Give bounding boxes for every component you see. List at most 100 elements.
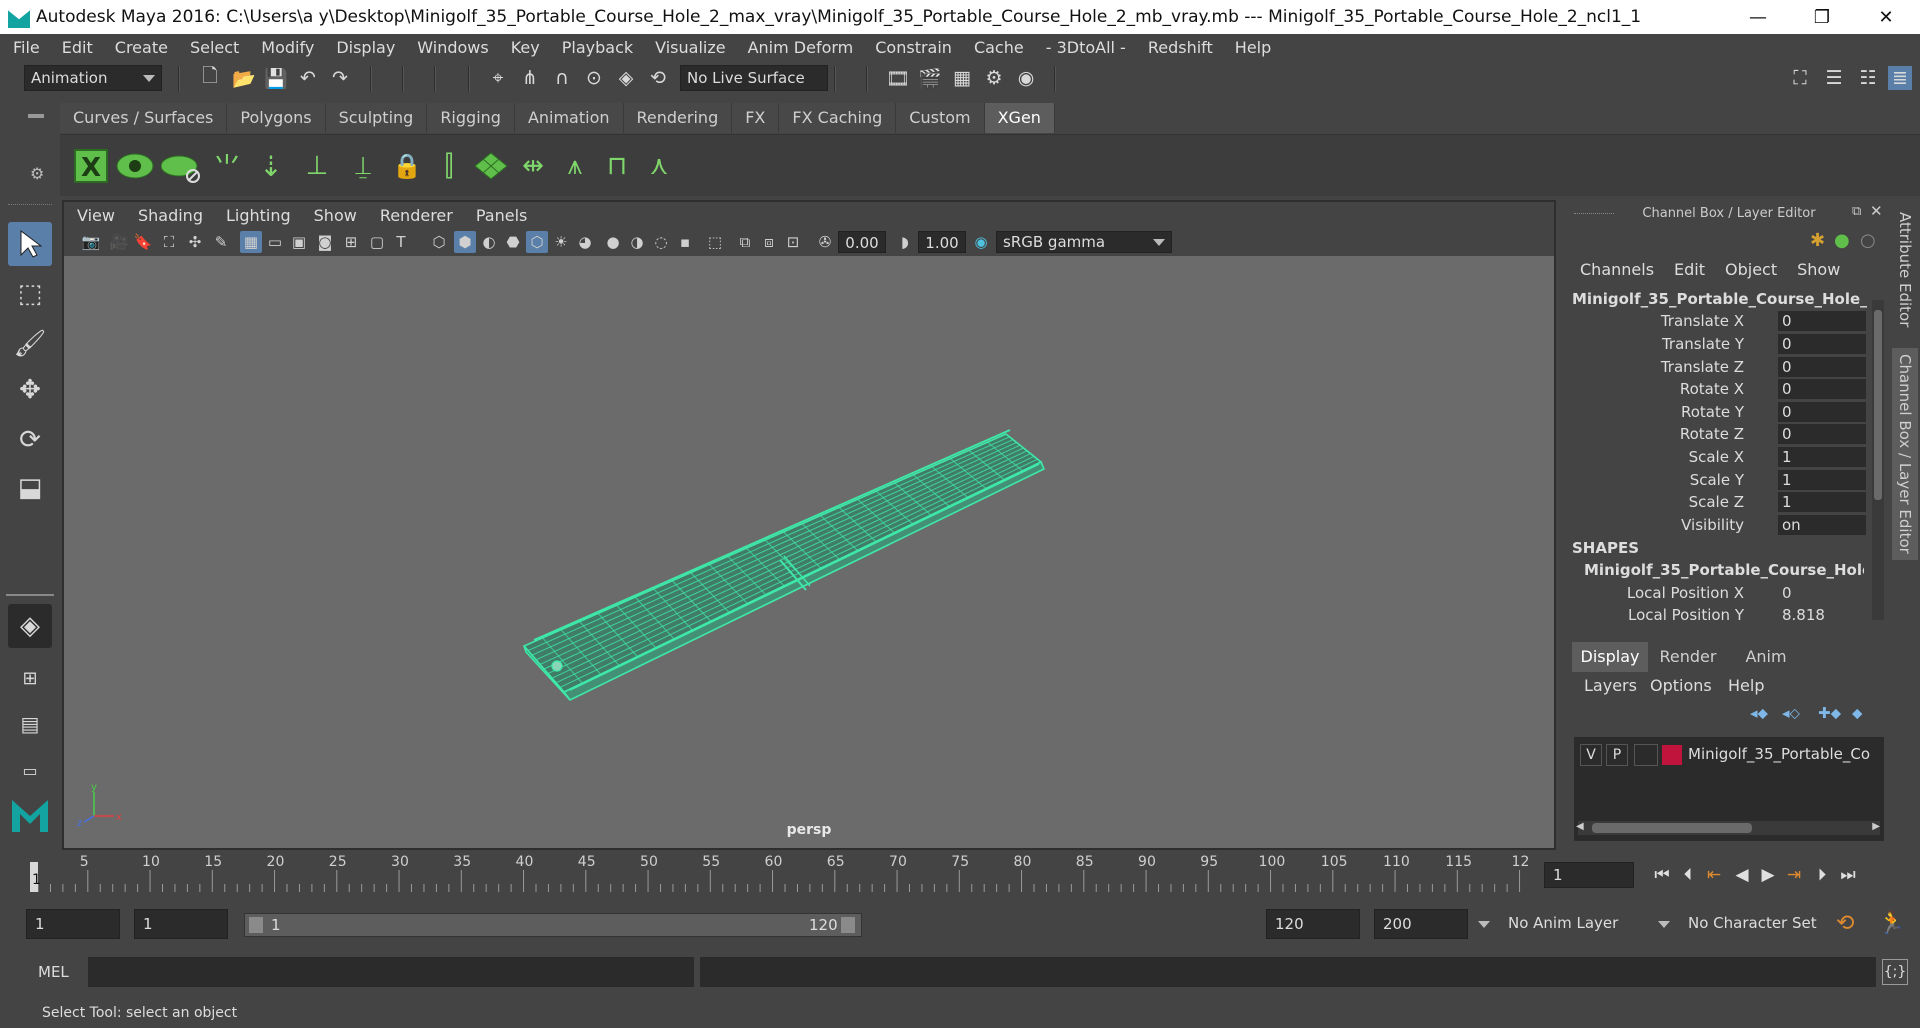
attribute-editor-toggle-icon[interactable]: ☰ xyxy=(1822,66,1846,90)
channel-value[interactable]: 0 xyxy=(1778,424,1866,444)
channel-row[interactable]: Translate Y 0 xyxy=(1570,333,1870,355)
channel-value[interactable]: 1 xyxy=(1778,447,1866,467)
channel-row[interactable]: Rotate X 0 xyxy=(1570,378,1870,400)
wireframe-on-shaded-icon[interactable]: ⬡ xyxy=(526,231,548,253)
menu-playback[interactable]: Playback xyxy=(549,38,642,57)
xray-components-icon[interactable]: ⊡ xyxy=(782,231,804,253)
maya-home-icon[interactable] xyxy=(8,792,52,836)
current-frame-field[interactable]: 1 xyxy=(1544,862,1634,888)
menu-set-dropdown[interactable]: Animation xyxy=(24,65,162,91)
go-to-end-icon[interactable]: ⏭ xyxy=(1836,864,1860,886)
tab-channel-box-layer-editor[interactable]: Channel Box / Layer Editor xyxy=(1892,348,1918,560)
layer-tab-anim[interactable]: Anim xyxy=(1728,642,1804,672)
restore-button[interactable]: ❐ xyxy=(1792,0,1852,34)
chevron-down-icon[interactable] xyxy=(1658,921,1670,928)
undo-icon[interactable]: ↶ xyxy=(296,66,320,90)
cb-menu-object[interactable]: Object xyxy=(1715,260,1787,284)
guide-select-tool-icon[interactable]: ⩚ xyxy=(554,145,596,187)
menu-help[interactable]: Help xyxy=(1222,38,1280,57)
chevron-down-icon[interactable] xyxy=(1478,921,1490,928)
gamma-field[interactable]: 1.00 xyxy=(918,231,966,253)
lock-guide-icon[interactable]: 🔒 xyxy=(386,145,428,187)
play-forwards-icon[interactable]: ▶ xyxy=(1756,864,1780,886)
scroll-right-icon[interactable]: ▶ xyxy=(1872,821,1880,832)
menu-visualize[interactable]: Visualize xyxy=(642,38,734,57)
range-slider[interactable]: 1 120 xyxy=(244,913,862,937)
menu-anim-deform[interactable]: Anim Deform xyxy=(735,38,863,57)
layer-display-type-toggle[interactable] xyxy=(1634,744,1658,766)
channel-row[interactable]: Rotate Y 0 xyxy=(1570,401,1870,423)
key-selected-icon[interactable]: ✱ xyxy=(1810,230,1825,251)
layer-tab-render[interactable]: Render xyxy=(1650,642,1726,672)
character-set-dropdown[interactable]: No Character Set xyxy=(1680,909,1822,939)
tab-sculpting[interactable]: Sculpting xyxy=(325,103,428,133)
scale-tool-icon[interactable]: ⬓ xyxy=(8,466,52,510)
tab-curves-surfaces[interactable]: Curves / Surfaces xyxy=(60,103,228,133)
tab-polygons[interactable]: Polygons xyxy=(227,103,326,133)
shelf-menu-icon[interactable] xyxy=(28,114,44,118)
channel-row[interactable]: Scale X 1 xyxy=(1570,446,1870,468)
grease-pencil-icon[interactable]: ✎ xyxy=(210,231,232,253)
menu-constrain[interactable]: Constrain xyxy=(862,38,961,57)
layer-name[interactable]: Minigolf_35_Portable_Co xyxy=(1688,745,1882,763)
render-settings-icon[interactable]: ⚙ xyxy=(982,66,1006,90)
selected-object-name[interactable]: Minigolf_35_Portable_Course_Hole_2_... xyxy=(1572,290,1867,308)
viewport-menu-shading[interactable]: Shading xyxy=(125,206,213,225)
rotate-tool-icon[interactable]: ⟳ xyxy=(8,418,52,462)
step-back-frame-icon[interactable]: ⏴ xyxy=(1676,864,1700,886)
anti-aliasing-icon[interactable]: ◌ xyxy=(650,231,672,253)
hypershade-icon[interactable]: ◉ xyxy=(1014,66,1038,90)
perspective-viewport[interactable]: y x z persp xyxy=(64,256,1554,848)
xray-joints-icon[interactable]: ⧈ xyxy=(758,231,780,253)
four-view-layout-icon[interactable]: ⊞ xyxy=(8,656,52,700)
playback-end-field[interactable]: 120 xyxy=(1266,909,1360,939)
modeling-toolkit-icon[interactable]: ⛶ xyxy=(1788,66,1812,90)
channel-row[interactable]: Scale Y 1 xyxy=(1570,469,1870,491)
shelf-settings-gear-icon[interactable]: ⚙ xyxy=(30,164,44,183)
menu-key[interactable]: Key xyxy=(498,38,549,57)
guide-sculpt-icon[interactable]: ⍊ xyxy=(342,145,384,187)
viewport-menu-show[interactable]: Show xyxy=(301,206,367,225)
range-start-handle[interactable] xyxy=(249,917,263,933)
guide-bend-icon[interactable]: ⊓ xyxy=(596,145,638,187)
shadows-icon[interactable]: ◕ xyxy=(574,231,596,253)
channel-row[interactable]: Local Position Y 8.818 xyxy=(1570,604,1870,626)
single-perspective-view-icon[interactable]: ◈ xyxy=(8,604,52,648)
new-scene-icon[interactable]: 🗋 xyxy=(198,65,222,90)
use-all-lights-icon[interactable]: ☀ xyxy=(550,231,572,253)
layout-options-icon[interactable]: ▭ xyxy=(8,748,52,792)
guide-scale-icon[interactable]: ⇹ xyxy=(512,145,554,187)
xgen-preview-icon[interactable] xyxy=(114,145,156,187)
live-surface-field[interactable]: No Live Surface xyxy=(680,65,828,91)
tab-fx[interactable]: FX xyxy=(732,103,780,133)
snap-grid-icon[interactable]: ⋔ xyxy=(518,66,542,90)
command-input[interactable] xyxy=(88,957,694,987)
channel-value[interactable]: 1 xyxy=(1778,492,1866,512)
scrollbar-thumb[interactable] xyxy=(1874,310,1882,500)
grid-toggle-icon[interactable]: ▦ xyxy=(240,231,262,253)
select-tool-icon[interactable] xyxy=(8,222,52,266)
bookmark-icon[interactable]: 🔖 xyxy=(132,231,154,253)
layer-color-swatch[interactable] xyxy=(1662,745,1682,765)
snap-point-icon[interactable]: ⊙ xyxy=(582,66,606,90)
menu-modify[interactable]: Modify xyxy=(248,38,323,57)
field-chart-icon[interactable]: ⊞ xyxy=(340,231,362,253)
exposure-icon[interactable]: ✇ xyxy=(814,231,836,253)
layer-horizontal-scrollbar[interactable]: ◀ ▶ xyxy=(1576,821,1880,835)
channel-value[interactable]: on xyxy=(1778,515,1866,535)
auto-key-icon[interactable]: ⟲ xyxy=(1836,911,1854,936)
gamma-icon[interactable]: ◗ xyxy=(894,231,916,253)
redo-icon[interactable]: ↷ xyxy=(328,66,352,90)
xgen-window-icon[interactable]: X xyxy=(70,145,112,187)
layer-tab-display[interactable]: Display xyxy=(1572,642,1648,672)
channel-box-toggle-icon[interactable]: ≣ xyxy=(1888,66,1912,90)
place-guide-icon[interactable]: ⊥ xyxy=(296,145,338,187)
close-panel-icon[interactable]: ✕ xyxy=(1870,202,1883,220)
move-layer-down-icon[interactable]: ◂⬦ xyxy=(1782,704,1800,722)
cb-menu-channels[interactable]: Channels xyxy=(1570,260,1664,284)
unlock-selected-icon[interactable]: ○ xyxy=(1860,230,1876,251)
resolution-gate-icon[interactable]: ▣ xyxy=(288,231,310,253)
layer-visibility-toggle[interactable]: V xyxy=(1580,744,1602,766)
channel-row[interactable]: Visibility on xyxy=(1570,514,1870,536)
animation-start-field[interactable]: 1 xyxy=(26,909,120,939)
